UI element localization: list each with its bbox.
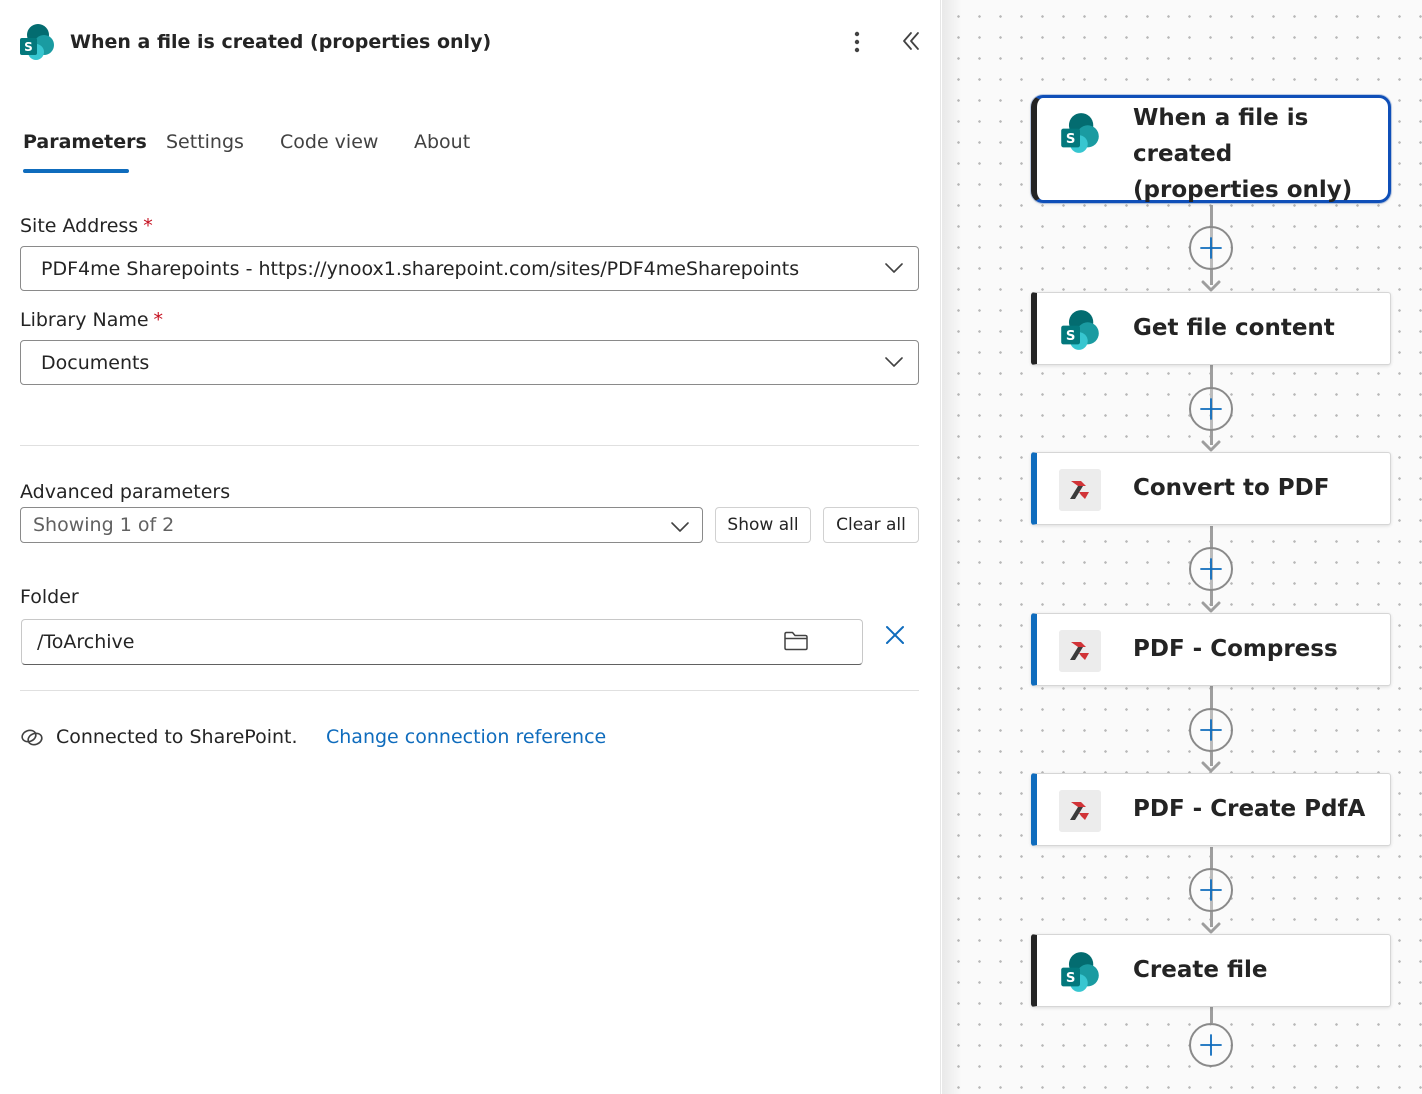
flow-step-title: PDF - Create PdfA xyxy=(1133,796,1366,822)
folder-icon[interactable] xyxy=(782,629,810,653)
plus-icon xyxy=(1200,1034,1222,1056)
tab-code-view[interactable]: Code view xyxy=(280,131,378,153)
flow-step-title: Get file content xyxy=(1133,315,1335,341)
insert-step-button[interactable] xyxy=(1189,547,1233,591)
plus-icon xyxy=(1200,398,1222,420)
flow-step-title: PDF - Compress xyxy=(1133,636,1338,662)
svg-text:S: S xyxy=(1066,971,1076,986)
sharepoint-icon: S xyxy=(20,24,54,60)
plus-icon xyxy=(1200,237,1222,259)
advanced-parameters-dropdown[interactable]: Showing 1 of 2 xyxy=(20,507,703,543)
chevron-down-icon xyxy=(885,357,903,367)
advanced-parameters-value: Showing 1 of 2 xyxy=(33,514,175,536)
site-address-label-text: Site Address xyxy=(20,215,139,237)
tab-settings[interactable]: Settings xyxy=(166,131,244,153)
change-connection-link[interactable]: Change connection reference xyxy=(326,726,606,748)
flow-step-get-file-content[interactable]: S Get file content xyxy=(1031,292,1391,365)
flow-step-create-file[interactable]: S Create file xyxy=(1031,934,1391,1007)
clear-all-button[interactable]: Clear all xyxy=(823,507,919,543)
collapse-panel-icon[interactable] xyxy=(898,28,924,54)
pdf4me-icon xyxy=(1059,469,1101,511)
flow-canvas[interactable]: S When a file is created (properties onl… xyxy=(942,0,1422,1094)
clear-folder-icon[interactable] xyxy=(883,623,907,647)
plus-icon xyxy=(1200,879,1222,901)
sharepoint-icon: S xyxy=(1061,113,1099,153)
pdf4me-icon xyxy=(1059,630,1101,672)
sharepoint-icon: S xyxy=(1061,952,1099,992)
plus-icon xyxy=(1200,719,1222,741)
flow-step-convert-to-pdf[interactable]: Convert to PDF xyxy=(1031,452,1391,525)
add-step-button[interactable] xyxy=(1189,1023,1233,1067)
chevron-down-icon xyxy=(885,263,903,273)
svg-text:S: S xyxy=(1066,132,1076,147)
arrow-down-icon xyxy=(1201,761,1221,773)
insert-step-button[interactable] xyxy=(1189,226,1233,270)
required-marker: * xyxy=(153,309,164,331)
library-name-label: Library Name * xyxy=(20,309,163,331)
advanced-parameters-label: Advanced parameters xyxy=(20,481,231,503)
connector-line xyxy=(1210,1007,1213,1023)
site-address-value: PDF4me Sharepoints - https://ynoox1.shar… xyxy=(41,258,800,280)
arrow-down-icon xyxy=(1201,280,1221,292)
pdf4me-icon xyxy=(1059,790,1101,832)
flow-step-title: When a file is created (properties only) xyxy=(1133,105,1353,203)
flow-step-pdf-compress[interactable]: PDF - Compress xyxy=(1031,613,1391,686)
folder-label: Folder xyxy=(20,586,79,608)
folder-input[interactable]: /ToArchive xyxy=(21,619,863,665)
svg-text:S: S xyxy=(1066,329,1076,344)
required-marker: * xyxy=(143,215,153,237)
chevron-down-icon xyxy=(671,522,689,532)
divider xyxy=(20,445,919,446)
panel-title: When a file is created (properties only) xyxy=(70,31,492,53)
site-address-label: Site Address * xyxy=(20,215,153,237)
site-address-dropdown[interactable]: PDF4me Sharepoints - https://ynoox1.shar… xyxy=(20,246,919,291)
svg-text:S: S xyxy=(24,40,33,54)
flow-step-pdf-create-pdfa[interactable]: PDF - Create PdfA xyxy=(1031,773,1391,846)
show-all-button[interactable]: Show all xyxy=(715,507,811,543)
folder-value: /ToArchive xyxy=(37,631,135,653)
library-name-dropdown[interactable]: Documents xyxy=(20,340,919,385)
link-icon xyxy=(21,729,43,746)
connection-status: Connected to SharePoint. xyxy=(56,726,298,748)
tab-about[interactable]: About xyxy=(414,131,470,153)
insert-step-button[interactable] xyxy=(1189,868,1233,912)
arrow-down-icon xyxy=(1201,440,1221,452)
flow-step-title: Convert to PDF xyxy=(1133,475,1330,501)
arrow-down-icon xyxy=(1201,601,1221,613)
flow-step-title: Create file xyxy=(1133,957,1268,983)
library-name-value: Documents xyxy=(41,352,150,374)
action-details-panel: S When a file is created (properties onl… xyxy=(0,0,941,1094)
more-options-icon[interactable] xyxy=(846,28,868,56)
insert-step-button[interactable] xyxy=(1189,708,1233,752)
flow-step-trigger[interactable]: S When a file is created (properties onl… xyxy=(1031,95,1391,203)
plus-icon xyxy=(1200,558,1222,580)
arrow-down-icon xyxy=(1201,922,1221,934)
active-tab-indicator xyxy=(23,169,129,173)
sharepoint-icon: S xyxy=(1061,310,1099,350)
tab-parameters[interactable]: Parameters xyxy=(23,131,147,153)
divider xyxy=(20,690,919,691)
insert-step-button[interactable] xyxy=(1189,387,1233,431)
library-name-label-text: Library Name xyxy=(20,309,149,331)
